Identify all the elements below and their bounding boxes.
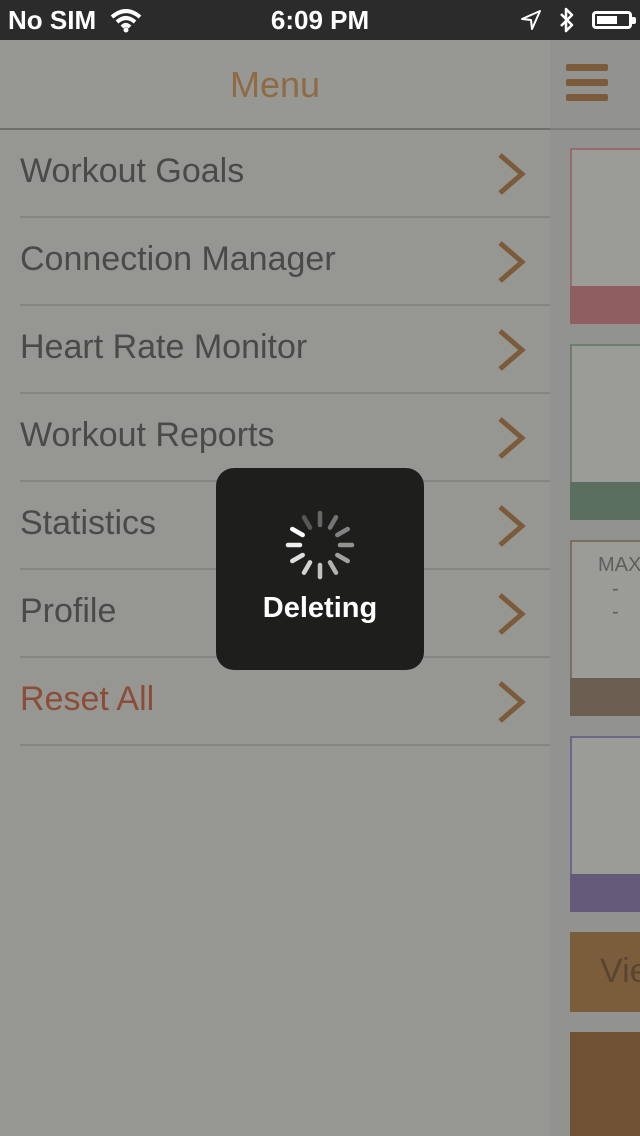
view-button[interactable]: View [570, 932, 640, 1012]
spinner-spoke [290, 526, 305, 538]
chevron-right-icon [498, 417, 526, 459]
stat-card-max[interactable]: MAX - - [570, 540, 640, 716]
max-label: MAX [598, 554, 640, 576]
menu-item-label: Workout Reports [20, 416, 275, 454]
spinner-spoke [290, 552, 305, 564]
bluetooth-icon [560, 7, 574, 33]
activity-spinner-icon [285, 510, 355, 580]
chevron-right-icon [498, 153, 526, 195]
bottom-action-block[interactable] [570, 1032, 640, 1136]
chevron-right-icon [498, 681, 526, 723]
loading-label: Deleting [262, 592, 378, 624]
menu-item-label: Workout Goals [20, 152, 245, 190]
menu-item-label: Profile [20, 592, 117, 630]
spinner-spoke [301, 515, 313, 530]
menu-item-label: Heart Rate Monitor [20, 328, 308, 366]
menu-item-label: Statistics [20, 504, 157, 542]
stat-card-brown-bar [570, 678, 640, 716]
hamburger-icon[interactable] [566, 64, 608, 102]
menu-item-heart-rate-monitor[interactable]: Heart Rate Monitor [20, 306, 550, 394]
battery-icon [592, 11, 636, 29]
view-button-label: View [600, 952, 640, 990]
stat-card-green[interactable] [570, 344, 640, 520]
stat-card-red-bar [570, 286, 640, 324]
loading-hud: Deleting [216, 468, 424, 670]
chevron-right-icon [498, 329, 526, 371]
chevron-right-icon [498, 593, 526, 635]
menu-title: Menu [229, 64, 321, 105]
spinner-spoke [301, 560, 313, 575]
status-bar: No SIM 6:09 PM [0, 0, 640, 40]
spinner-spoke [335, 552, 350, 564]
chevron-right-icon [498, 241, 526, 283]
status-right [520, 6, 636, 34]
spinner-spoke [327, 515, 339, 530]
stat-card-green-bar [570, 482, 640, 520]
dashboard-peek: MAX - - View [550, 40, 640, 1136]
header-divider [550, 128, 640, 130]
chevron-right-icon [498, 505, 526, 547]
menu-item-workout-goals[interactable]: Workout Goals [20, 130, 550, 218]
battery-level-fill [597, 16, 617, 24]
spinner-spoke [335, 526, 350, 538]
menu-item-label: Reset All [20, 680, 155, 718]
stat-card-purple-bar [570, 874, 640, 912]
menu-item-connection-manager[interactable]: Connection Manager [20, 218, 550, 306]
spinner-spoke [327, 560, 339, 575]
menu-item-label: Connection Manager [20, 240, 336, 278]
location-arrow-icon [521, 10, 541, 30]
menu-item-reset-all[interactable]: Reset All [20, 658, 550, 746]
stat-card-red[interactable] [570, 148, 640, 324]
stat-card-purple[interactable] [570, 736, 640, 912]
menu-header: Menu [0, 40, 550, 130]
max-value: - - [612, 578, 623, 623]
